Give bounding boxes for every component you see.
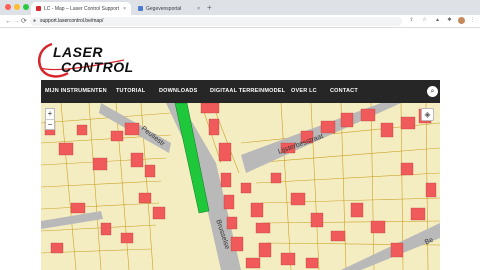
zoom-control: + − — [45, 108, 55, 130]
browser-tab-strip: LC - Map – Laser Control Support × Gegev… — [0, 0, 480, 15]
share-icon[interactable]: ⇪ — [408, 17, 415, 24]
profile-avatar[interactable] — [458, 17, 465, 24]
browser-toolbar: ← → ⟳ ● support.lasercontrol.be/map/ ⇪ ☆… — [0, 15, 480, 28]
search-icon[interactable]: ⌕ — [427, 86, 438, 97]
new-tab-button[interactable]: + — [207, 2, 212, 13]
map-canvas — [41, 103, 440, 270]
browser-tab-active[interactable]: LC - Map – Laser Control Support × — [31, 2, 131, 15]
address-bar[interactable]: ● support.lasercontrol.be/map/ — [30, 17, 402, 26]
favicon-icon — [138, 6, 143, 11]
nav-item-digitaal-terreinmodel[interactable]: DIGITAAL TERREINMODEL — [210, 80, 285, 103]
layers-icon[interactable]: ◈ — [421, 108, 434, 121]
lock-icon: ● — [33, 18, 37, 24]
window-controls — [5, 4, 29, 10]
kebab-menu-icon[interactable]: ⋮ — [469, 17, 476, 24]
site-logo[interactable]: LASER CONTROL — [34, 38, 144, 80]
zoom-in-button[interactable]: + — [46, 109, 54, 119]
puzzle-icon[interactable]: ✱ — [446, 17, 453, 24]
maximize-window-button[interactable] — [23, 4, 29, 10]
close-tab-icon[interactable]: × — [123, 6, 126, 12]
favicon-icon — [36, 6, 41, 11]
nav-item-over-lc[interactable]: OVER LC — [291, 80, 317, 103]
star-icon[interactable]: ☆ — [421, 17, 428, 24]
main-navigation: MIJN INSTRUMENTEN TUTORIAL DOWNLOADS DIG… — [41, 80, 440, 103]
tab-title: Gegevensportal — [146, 5, 182, 12]
zoom-out-button[interactable]: − — [46, 119, 54, 129]
forward-button[interactable]: → — [13, 16, 20, 27]
browser-tab[interactable]: Gegevensportal × — [133, 2, 205, 15]
cadastral-map[interactable]: + − ◈ Peutiestr Lijsterbesstraat Brussel… — [41, 103, 440, 270]
reload-button[interactable]: ⟳ — [21, 16, 27, 27]
logo-line-2: CONTROL — [61, 59, 134, 75]
close-tab-icon[interactable]: × — [197, 6, 200, 12]
back-button[interactable]: ← — [5, 16, 12, 27]
nav-item-tutorial[interactable]: TUTORIAL — [116, 80, 145, 103]
tab-title: LC - Map – Laser Control Support — [44, 5, 120, 12]
logo-line-1: LASER — [53, 44, 103, 60]
nav-item-contact[interactable]: CONTACT — [330, 80, 358, 103]
nav-item-downloads[interactable]: DOWNLOADS — [159, 80, 197, 103]
minimize-window-button[interactable] — [14, 4, 20, 10]
nav-item-mijn-instrumenten[interactable]: MIJN INSTRUMENTEN — [45, 80, 107, 103]
extension-icon[interactable]: ▲ — [434, 17, 441, 24]
close-window-button[interactable] — [5, 4, 11, 10]
url-text: support.lasercontrol.be/map/ — [40, 18, 104, 24]
